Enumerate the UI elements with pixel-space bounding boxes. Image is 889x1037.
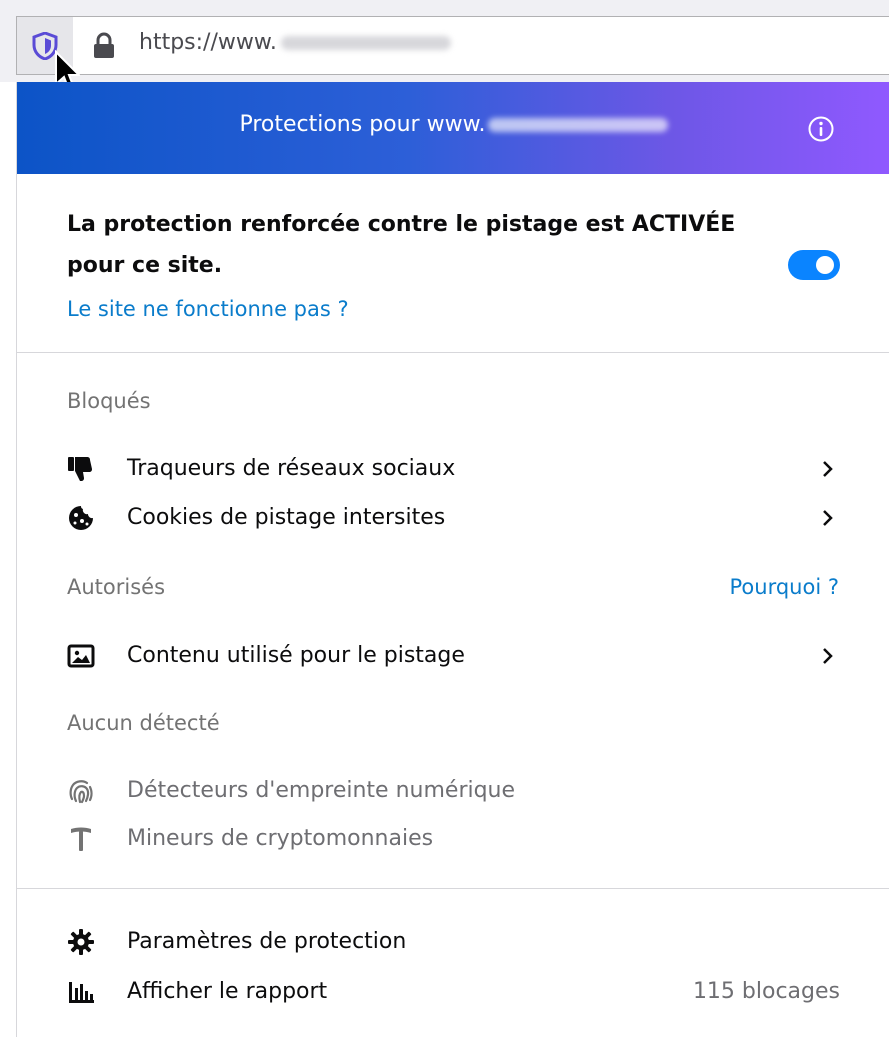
chevron-right-icon <box>823 461 833 477</box>
divider <box>17 888 889 889</box>
cookie-icon <box>69 506 93 530</box>
list-item-label: Mineurs de cryptomonnaies <box>127 826 434 851</box>
section-label-none-detected: Aucun détecté <box>67 711 220 735</box>
list-item-label: Détecteurs d'empreinte numérique <box>127 778 516 803</box>
list-item-social-trackers[interactable]: Traqueurs de réseaux sociaux <box>17 446 889 492</box>
panel-header: Protections pour www. <box>17 82 889 174</box>
why-link[interactable]: Pourquoi ? <box>730 575 839 599</box>
url-text[interactable]: https://www. <box>139 30 451 55</box>
section-label-blocked: Bloqués <box>67 389 151 413</box>
button-label: Afficher le rapport <box>127 979 328 1004</box>
url-blurred-domain <box>280 36 451 50</box>
blocked-count: 115 blocages <box>692 979 840 1004</box>
list-item-label: Cookies de pistage intersites <box>127 505 446 530</box>
gear-icon <box>68 929 94 955</box>
list-item-fingerprinters: Détecteurs d'empreinte numérique <box>17 768 889 814</box>
protection-settings-button[interactable]: Paramètres de protection <box>17 919 889 965</box>
list-item-cryptominers: Mineurs de cryptomonnaies <box>17 816 889 862</box>
toggle-knob <box>816 256 834 274</box>
image-icon <box>67 644 95 668</box>
protections-panel: Protections pour www. La protection renf… <box>16 82 889 1037</box>
divider <box>17 352 889 353</box>
bar-chart-icon <box>69 982 94 1003</box>
chevron-right-icon <box>823 510 833 526</box>
list-item-label: Traqueurs de réseaux sociaux <box>127 456 456 481</box>
info-icon[interactable] <box>807 115 835 143</box>
list-item-tracking-content[interactable]: Contenu utilisé pour le pistage <box>17 633 889 679</box>
list-item-label: Contenu utilisé pour le pistage <box>127 643 465 668</box>
protection-status-text: La protection renforcée contre le pistag… <box>67 212 736 278</box>
section-label-allowed: Autorisés <box>67 575 166 599</box>
show-report-button[interactable]: Afficher le rapport 115 blocages <box>17 969 889 1015</box>
title-blurred-domain <box>487 118 668 132</box>
pickaxe-icon <box>71 827 91 851</box>
button-label: Paramètres de protection <box>127 929 407 954</box>
lock-icon <box>94 32 114 58</box>
protection-toggle[interactable] <box>788 250 840 280</box>
panel-title: Protections pour www. <box>17 112 889 137</box>
thumbs-down-icon <box>68 457 92 481</box>
fingerprint-icon <box>69 780 93 804</box>
site-broken-link[interactable]: Le site ne fonctionne pas ? <box>67 297 349 321</box>
list-item-cross-site-cookies[interactable]: Cookies de pistage intersites <box>17 495 889 541</box>
chevron-right-icon <box>823 648 833 664</box>
